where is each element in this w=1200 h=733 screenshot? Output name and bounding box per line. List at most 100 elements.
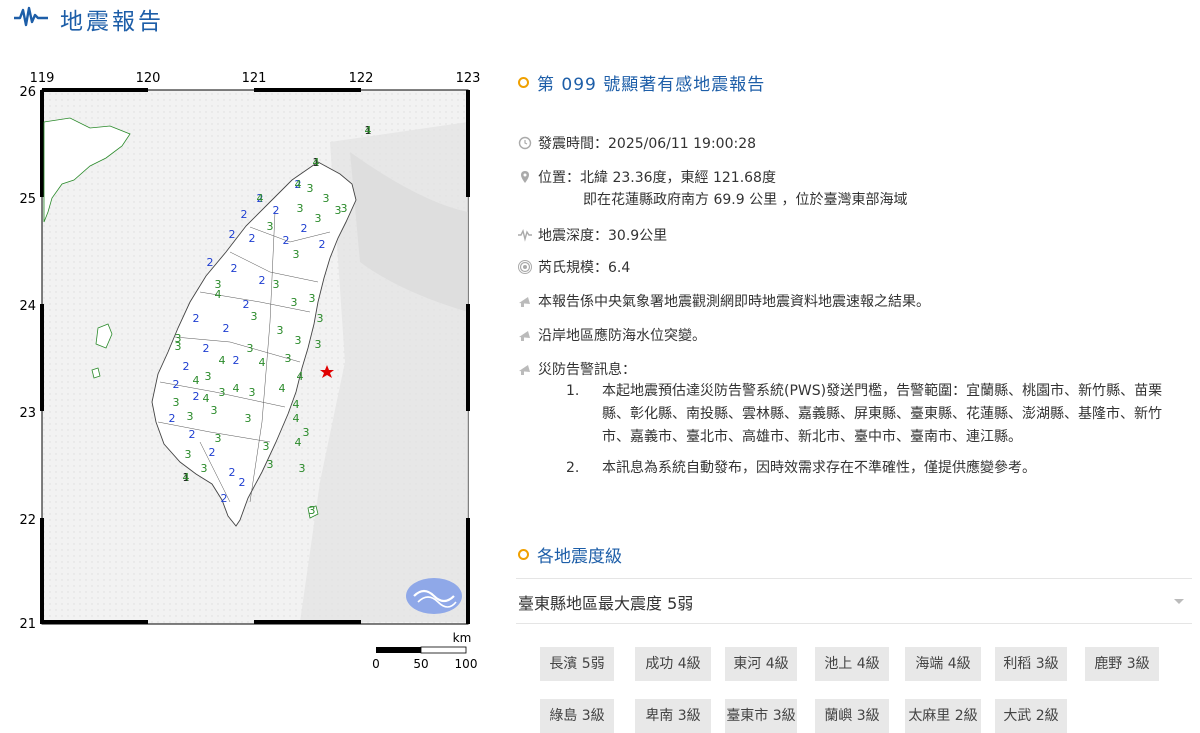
- depth-text: 地震深度：30.9公里: [538, 228, 668, 244]
- station-intensity-label: 3: [309, 504, 316, 517]
- station-intensity-chip: 卑南 3級: [635, 699, 711, 733]
- page-header: 地震報告: [0, 0, 1200, 36]
- station-intensity-label: 4: [257, 192, 264, 205]
- station-intensity-label: 4: [365, 124, 372, 137]
- station-intensity-label: 3: [323, 192, 330, 205]
- chevron-down-icon[interactable]: [1172, 593, 1186, 607]
- location-text: 位置：北緯 23.36度，東經 121.68度: [538, 170, 776, 186]
- station-intensity-label: 4: [297, 370, 304, 383]
- warning-heading: 災防告警訊息：: [518, 360, 636, 380]
- station-intensity-label: 3: [249, 386, 256, 399]
- station-intensity-label: 2: [259, 274, 266, 287]
- station-intensity-label: 4: [219, 354, 226, 367]
- station-intensity-label: 2: [249, 232, 256, 245]
- station-intensity-label: 2: [273, 204, 280, 217]
- station-intensity-label: 3: [293, 248, 300, 261]
- station-intensity-chip: 大武 2級: [995, 699, 1067, 733]
- orange-dot-icon: [518, 549, 529, 560]
- latitude-tick-label: 24: [19, 299, 36, 314]
- station-intensity-chip: 東河 4級: [725, 647, 797, 681]
- station-intensity-label: 4: [203, 392, 210, 405]
- station-intensity-label: 3: [219, 386, 226, 399]
- station-intensity-label: 3: [211, 404, 218, 417]
- station-intensity-label: 4: [279, 382, 286, 395]
- warning-label: 災防告警訊息：: [538, 362, 636, 378]
- station-intensity-label: 3: [315, 212, 322, 225]
- station-intensity-label: 2: [319, 238, 326, 251]
- station-intensity-chip: 臺東市 3級: [725, 699, 797, 733]
- station-intensity-chip: 利稻 3級: [995, 647, 1067, 681]
- station-intensity-label: 4: [215, 288, 222, 301]
- megaphone-icon: [518, 362, 532, 376]
- station-intensity-label: 3: [173, 396, 180, 409]
- scale-tick-label: 50: [413, 657, 428, 671]
- station-intensity-label: 3: [245, 412, 252, 425]
- region-accordion[interactable]: 臺東縣地區最大震度 5弱: [516, 578, 1192, 624]
- intensity-section-title: 各地震度級: [518, 542, 622, 567]
- warning-text: 本起地震預估達災防告警系統(PWS)發送門檻，告警範圍：宜蘭縣、桃園市、新竹縣、…: [602, 383, 1163, 445]
- station-intensity-label: 2: [243, 298, 250, 311]
- station-intensity-chip: 池上 4級: [815, 647, 889, 681]
- station-intensity-label: 3: [205, 370, 212, 383]
- station-intensity-label: 2: [169, 412, 176, 425]
- station-intensity-label: 2: [173, 378, 180, 391]
- warning-number: 1.: [566, 383, 580, 399]
- longitude-tick-label: 123: [456, 71, 481, 86]
- latitude-tick-label: 23: [19, 406, 36, 421]
- station-intensity-label: 3: [185, 448, 192, 461]
- longitude-tick-label: 122: [349, 71, 374, 86]
- station-intensity-label: 2: [231, 262, 238, 275]
- scale-tick-label: 0: [372, 657, 380, 671]
- station-intensity-label: 3: [267, 458, 274, 471]
- tsunami-note: 沿岸地區應防海水位突變。: [518, 326, 706, 346]
- station-intensity-label: 3: [247, 342, 254, 355]
- earthquake-intensity-map: 119 120 121 122 123 26 25 24 23 22 21 km 0 50 100 1112…: [0, 62, 500, 672]
- station-intensity-label: 3: [187, 410, 194, 423]
- station-intensity-label: 3: [263, 440, 270, 453]
- station-intensity-label: 2: [229, 228, 236, 241]
- station-intensity-label: 4: [313, 156, 320, 169]
- station-intensity-label: 2: [283, 234, 290, 247]
- station-intensity-label: 4: [183, 471, 190, 484]
- magnitude-text: 芮氏規模：6.4: [538, 260, 631, 276]
- report-note: 本報告係中央氣象署地震觀測網即時地震資料地震速報之結果。: [518, 292, 930, 312]
- warning-text: 本訊息為系統自動發布，因時效需求存在不準確性，僅提供應變參考。: [602, 460, 1036, 476]
- station-intensity-label: 2: [193, 390, 200, 403]
- seismograph-icon: [14, 6, 48, 28]
- intensity-section-text: 各地震度級: [537, 547, 622, 567]
- station-intensity-label: 2: [301, 222, 308, 235]
- station-intensity-chip: 海端 4級: [905, 647, 981, 681]
- station-intensity-label: 2: [183, 360, 190, 373]
- station-intensity-label: 3: [299, 462, 306, 475]
- station-intensity-chip: 綠島 3級: [540, 699, 614, 733]
- location-pin-icon: [518, 170, 532, 184]
- station-intensity-label: 3: [285, 352, 292, 365]
- station-intensity-label: 3: [291, 296, 298, 309]
- station-intensity-label: 4: [293, 398, 300, 411]
- station-intensity-label: 3: [315, 338, 322, 351]
- station-intensity-chip: 鹿野 3級: [1085, 647, 1159, 681]
- station-intensity-label: 2: [239, 476, 246, 489]
- report-title: 第 099 號顯著有感地震報告: [518, 70, 765, 95]
- report-title-text: 第 099 號顯著有感地震報告: [537, 75, 766, 95]
- signal-icon: [518, 260, 532, 274]
- station-intensity-label: 2: [207, 256, 214, 269]
- megaphone-icon: [518, 328, 532, 342]
- region-label: 臺東縣地區最大震度 5弱: [518, 594, 694, 613]
- station-intensity-label: 3: [295, 334, 302, 347]
- magnitude: 芮氏規模：6.4: [518, 258, 630, 278]
- longitude-tick-label: 121: [242, 71, 267, 86]
- page-title: 地震報告: [60, 9, 164, 35]
- station-intensity-label: 3: [307, 182, 314, 195]
- scale-tick-label: 100: [455, 657, 478, 671]
- epicenter-location: 位置：北緯 23.36度，東經 121.68度: [518, 168, 776, 188]
- station-intensity-label: 2: [209, 446, 216, 459]
- station-intensity-chip: 蘭嶼 3級: [815, 699, 889, 733]
- longitude-tick-label: 120: [136, 71, 161, 86]
- station-intensity-label: 3: [215, 432, 222, 445]
- station-intensity-label: 4: [193, 374, 200, 387]
- longitude-tick-label: 119: [30, 71, 55, 86]
- latitude-tick-label: 22: [19, 513, 36, 528]
- scale-bar: [376, 646, 467, 654]
- latitude-tick-label: 26: [19, 85, 36, 100]
